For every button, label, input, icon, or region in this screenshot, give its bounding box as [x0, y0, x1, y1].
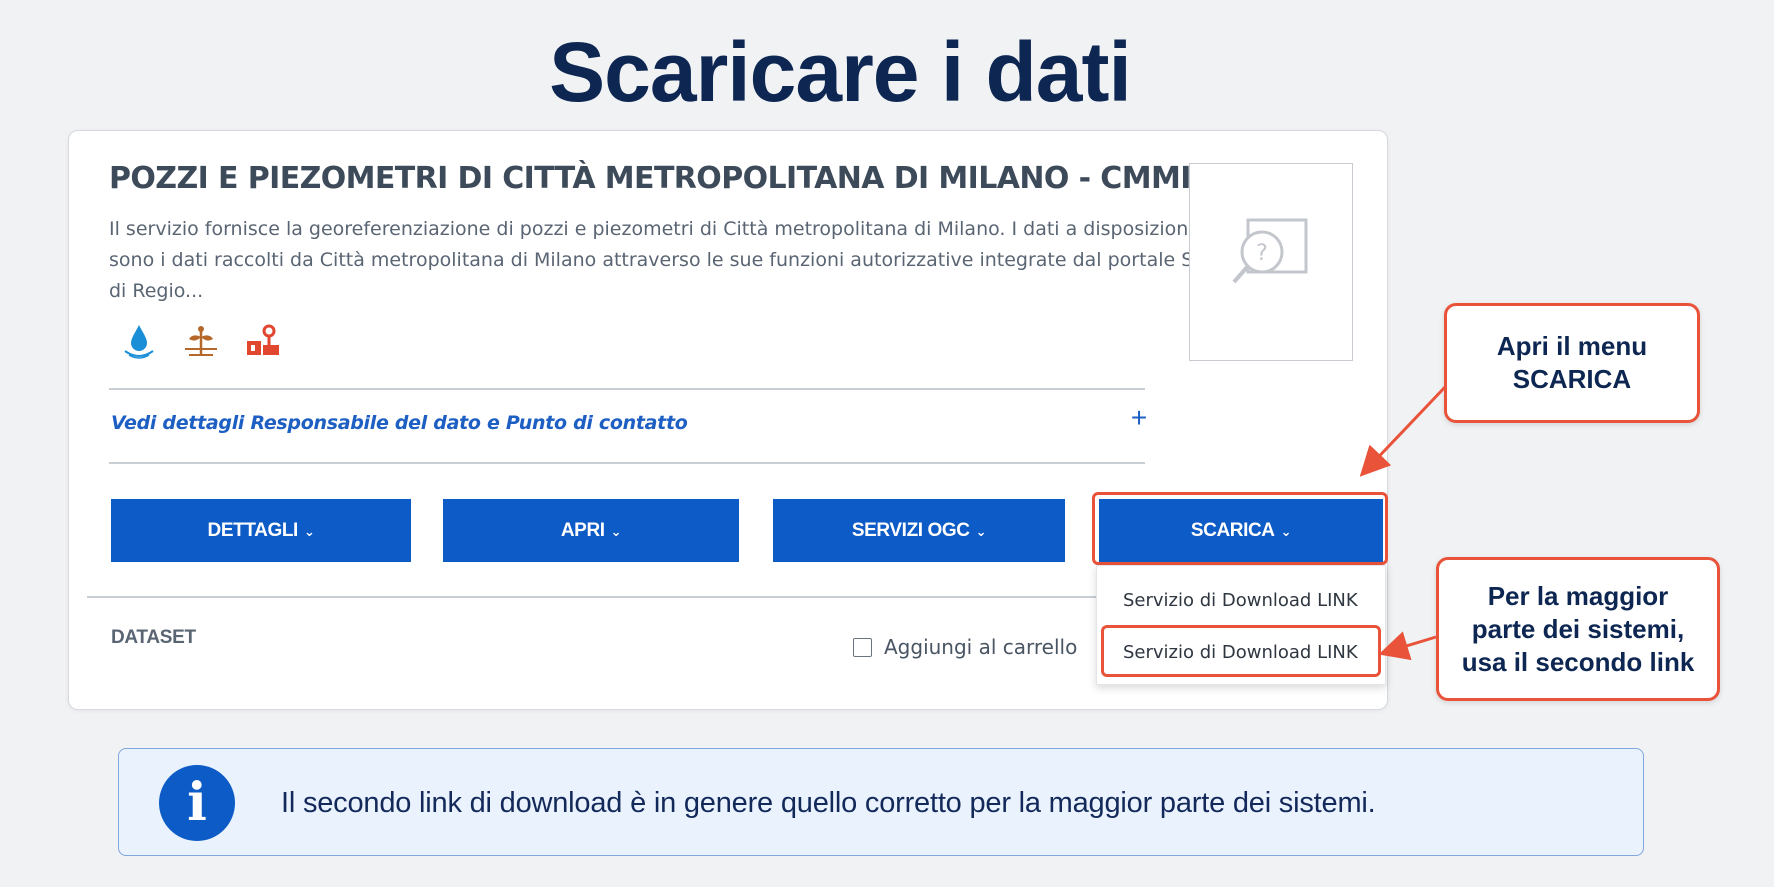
cart-label: Aggiungi al carrello	[884, 635, 1078, 659]
cart-checkbox[interactable]	[853, 637, 872, 657]
water-drop-icon	[124, 325, 154, 359]
open-button-label: APRI	[560, 519, 605, 541]
contact-details-link[interactable]: Vedi dettagli Responsabile del dato e Pu…	[111, 412, 688, 434]
download-button[interactable]: SCARICA ⌄	[1099, 499, 1383, 562]
agriculture-icon	[185, 326, 217, 356]
expand-contact-button[interactable]: +	[1122, 401, 1156, 435]
callout-second-link: Per la maggior parte dei sistemi, usa il…	[1436, 557, 1720, 701]
svg-text:?: ?	[1256, 241, 1268, 266]
callout-open-menu-line-2: SCARICA	[1512, 364, 1632, 394]
info-banner: i Il secondo link di download è in gener…	[118, 748, 1644, 856]
utilities-icon	[247, 324, 279, 355]
chevron-down-icon: ⌄	[975, 523, 987, 539]
divider-top	[109, 388, 1145, 390]
divider-bottom	[109, 462, 1145, 464]
divider-footer	[87, 596, 1167, 598]
arrow-to-second-link	[1378, 631, 1437, 661]
dataset-thumbnail: ?	[1189, 163, 1353, 361]
callout-open-menu-line-1: Apri il menu	[1496, 331, 1648, 361]
download-link-1[interactable]: Servizio di Download LINK	[1123, 590, 1358, 611]
dataset-type-label: DATASET	[111, 627, 196, 648]
dataset-title[interactable]: POZZI E PIEZOMETRI DI CITTÀ METROPOLITAN…	[109, 161, 1262, 196]
image-placeholder-icon: ?	[1232, 218, 1308, 284]
add-to-cart[interactable]: Aggiungi al carrello	[853, 635, 1077, 659]
theme-icons	[117, 319, 285, 363]
chevron-down-icon: ⌄	[303, 523, 315, 539]
ogc-services-button[interactable]: SERVIZI OGC ⌄	[773, 499, 1065, 562]
callout-second-link-line-2: parte dei sistemi,	[1471, 613, 1685, 644]
callout-second-link-line-3: usa il secondo link	[1461, 646, 1695, 677]
download-link-2[interactable]: Servizio di Download LINK	[1123, 642, 1358, 663]
ogc-button-label: SERVIZI OGC	[851, 519, 970, 541]
download-button-label: SCARICA	[1190, 519, 1275, 541]
details-button[interactable]: DETTAGLI ⌄	[111, 499, 411, 562]
callout-second-link-line-1: Per la maggior	[1487, 580, 1669, 611]
page-title: Scaricare i dati	[549, 25, 1132, 119]
chevron-down-icon: ⌄	[610, 523, 622, 539]
dataset-description: Il servizio fornisce la georeferenziazio…	[109, 218, 1236, 302]
info-text: Il secondo link di download è in genere …	[281, 787, 1376, 819]
details-button-label: DETTAGLI	[207, 519, 299, 541]
callout-open-menu: Apri il menu SCARICA	[1444, 303, 1700, 423]
open-button[interactable]: APRI ⌄	[443, 499, 739, 562]
download-dropdown-menu: Servizio di Download LINK Servizio di Do…	[1096, 565, 1386, 685]
info-icon: i	[159, 765, 235, 841]
chevron-down-icon: ⌄	[1280, 523, 1292, 539]
